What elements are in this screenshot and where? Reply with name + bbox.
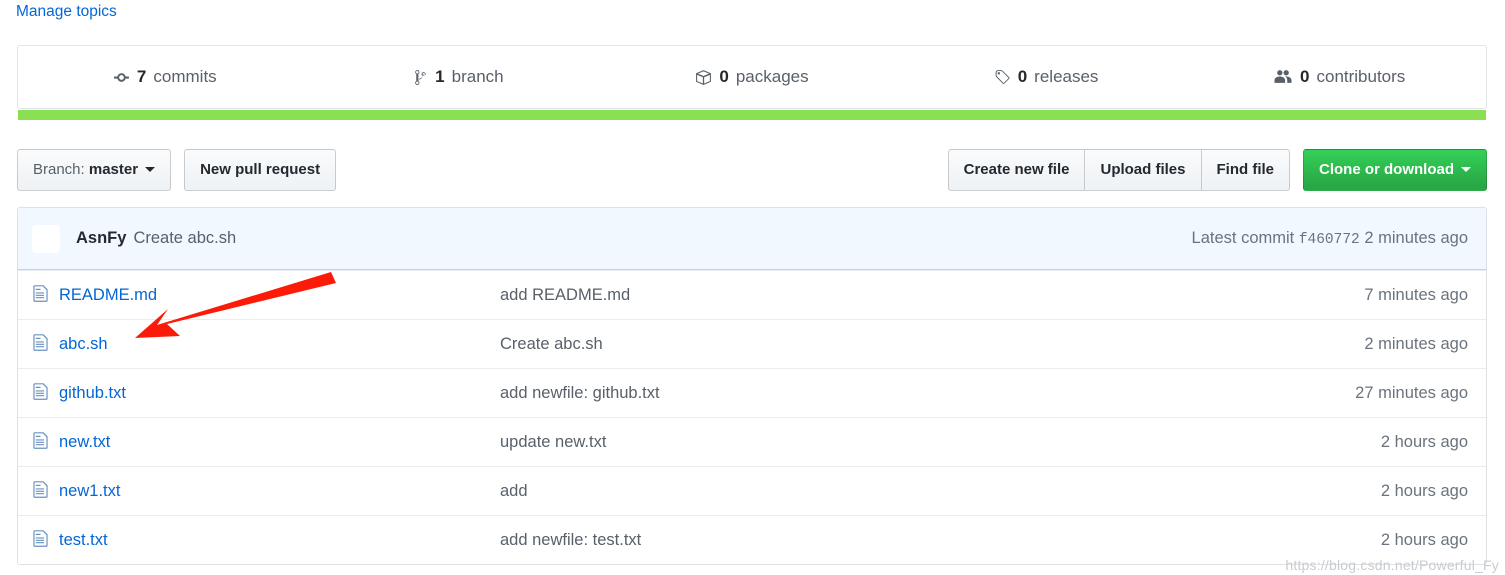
find-file-button[interactable]: Find file — [1200, 149, 1290, 191]
file-name-cell: abc.sh — [32, 333, 500, 355]
stat-branches-count: 1 — [435, 67, 445, 86]
file-icon — [32, 382, 49, 404]
file-commit-time: 2 hours ago — [1380, 530, 1468, 549]
people-icon — [1273, 69, 1293, 86]
latest-commit-prefix: Latest commit — [1191, 229, 1295, 247]
file-link[interactable]: abc.sh — [59, 335, 108, 354]
stat-commits[interactable]: 7 commits — [18, 67, 312, 87]
chevron-down-icon — [145, 166, 156, 172]
file-icon — [32, 431, 49, 453]
file-commit-time: 27 minutes ago — [1355, 383, 1468, 402]
repository-stats-bar: 7 commits 1 branch 0 packages 0 releases… — [17, 45, 1487, 109]
file-icon — [32, 480, 49, 502]
stat-commits-count: 7 — [136, 67, 147, 86]
stat-packages-label: packages — [735, 67, 809, 86]
table-row[interactable]: new1.txt add 2 hours ago — [18, 466, 1486, 515]
stat-releases-label: releases — [1034, 67, 1099, 86]
table-row[interactable]: README.md add README.md 7 minutes ago — [18, 270, 1486, 319]
file-commit-time: 2 hours ago — [1380, 432, 1468, 451]
file-link[interactable]: README.md — [59, 286, 157, 305]
file-name-cell: test.txt — [32, 529, 500, 551]
branch-name-label: master — [88, 161, 139, 178]
file-commit-time: 2 hours ago — [1380, 481, 1468, 500]
file-commit-message[interactable]: add newfile: github.txt — [500, 384, 1355, 403]
file-name-cell: github.txt — [32, 382, 500, 404]
latest-commit-time: 2 minutes ago — [1364, 229, 1468, 247]
file-link[interactable]: new1.txt — [59, 482, 120, 501]
stat-branches[interactable]: 1 branch — [312, 67, 606, 87]
clone-or-download-button[interactable]: Clone or download — [1303, 149, 1487, 191]
stat-releases[interactable]: 0 releases — [899, 67, 1193, 87]
watermark-text: https://blog.csdn.net/Powerful_Fy — [1285, 557, 1499, 573]
file-link[interactable]: github.txt — [59, 384, 126, 403]
latest-commit-bar: AsnFy Create abc.sh Latest commit f46077… — [18, 208, 1486, 270]
stat-contributors-count: 0 — [1300, 67, 1310, 86]
stat-packages-count: 0 — [719, 67, 729, 86]
file-commit-time: 7 minutes ago — [1364, 285, 1468, 304]
chevron-down-icon — [1461, 166, 1471, 172]
language-color-bar — [18, 110, 1486, 120]
file-icon — [32, 284, 49, 306]
file-name-cell: README.md — [32, 284, 500, 306]
stat-packages[interactable]: 0 packages — [605, 67, 899, 87]
file-name-cell: new.txt — [32, 431, 500, 453]
branch-selector-button[interactable]: Branch: master — [17, 149, 172, 191]
stat-commits-label: commits — [153, 67, 217, 86]
file-link[interactable]: new.txt — [59, 433, 110, 452]
table-row[interactable]: test.txt add newfile: test.txt 2 hours a… — [18, 515, 1486, 564]
file-icon — [32, 529, 49, 551]
package-icon — [695, 69, 712, 86]
stat-contributors[interactable]: 0 contributors — [1192, 67, 1486, 87]
commits-icon — [113, 69, 130, 86]
toolbar-right-group: Create new file Upload files Find file C… — [947, 149, 1487, 191]
file-list-table: AsnFy Create abc.sh Latest commit f46077… — [17, 207, 1487, 565]
toolbar-left-group: Branch: master New pull request — [17, 149, 337, 191]
commit-author-link[interactable]: AsnFy — [76, 229, 126, 248]
file-icon — [32, 333, 49, 355]
manage-topics-link[interactable]: Manage topics — [16, 1, 117, 23]
file-commit-time: 2 minutes ago — [1364, 334, 1468, 353]
file-actions-group: Create new file Upload files Find file — [947, 149, 1290, 191]
create-new-file-button[interactable]: Create new file — [947, 149, 1085, 191]
file-commit-message[interactable]: update new.txt — [500, 433, 1381, 452]
upload-files-button[interactable]: Upload files — [1084, 149, 1201, 191]
file-commit-message[interactable]: Create abc.sh — [500, 335, 1364, 354]
new-pull-request-button[interactable]: New pull request — [184, 149, 337, 191]
avatar — [32, 224, 60, 253]
file-commit-message[interactable]: add — [500, 482, 1381, 501]
branch-prefix-label: Branch: — [33, 161, 85, 178]
clone-or-download-label: Clone or download — [1319, 161, 1454, 178]
repository-actions-toolbar: Branch: master New pull request Create ne… — [17, 149, 1487, 191]
file-commit-message[interactable]: add newfile: test.txt — [500, 531, 1381, 550]
table-row[interactable]: abc.sh Create abc.sh 2 minutes ago — [18, 319, 1486, 368]
stat-contributors-label: contributors — [1316, 67, 1406, 86]
file-link[interactable]: test.txt — [59, 531, 108, 550]
stat-releases-count: 0 — [1017, 67, 1028, 86]
commit-sha-link[interactable]: f460772 — [1299, 232, 1360, 248]
file-commit-message[interactable]: add README.md — [500, 286, 1364, 305]
file-name-cell: new1.txt — [32, 480, 500, 502]
branch-icon — [413, 69, 428, 86]
latest-commit-meta: Latest commit f460772 2 minutes ago — [1192, 229, 1472, 248]
table-row[interactable]: new.txt update new.txt 2 hours ago — [18, 417, 1486, 466]
table-row[interactable]: github.txt add newfile: github.txt 27 mi… — [18, 368, 1486, 417]
stat-branches-label: branch — [451, 67, 504, 86]
tag-icon — [993, 69, 1011, 86]
commit-message-link[interactable]: Create abc.sh — [133, 229, 236, 248]
